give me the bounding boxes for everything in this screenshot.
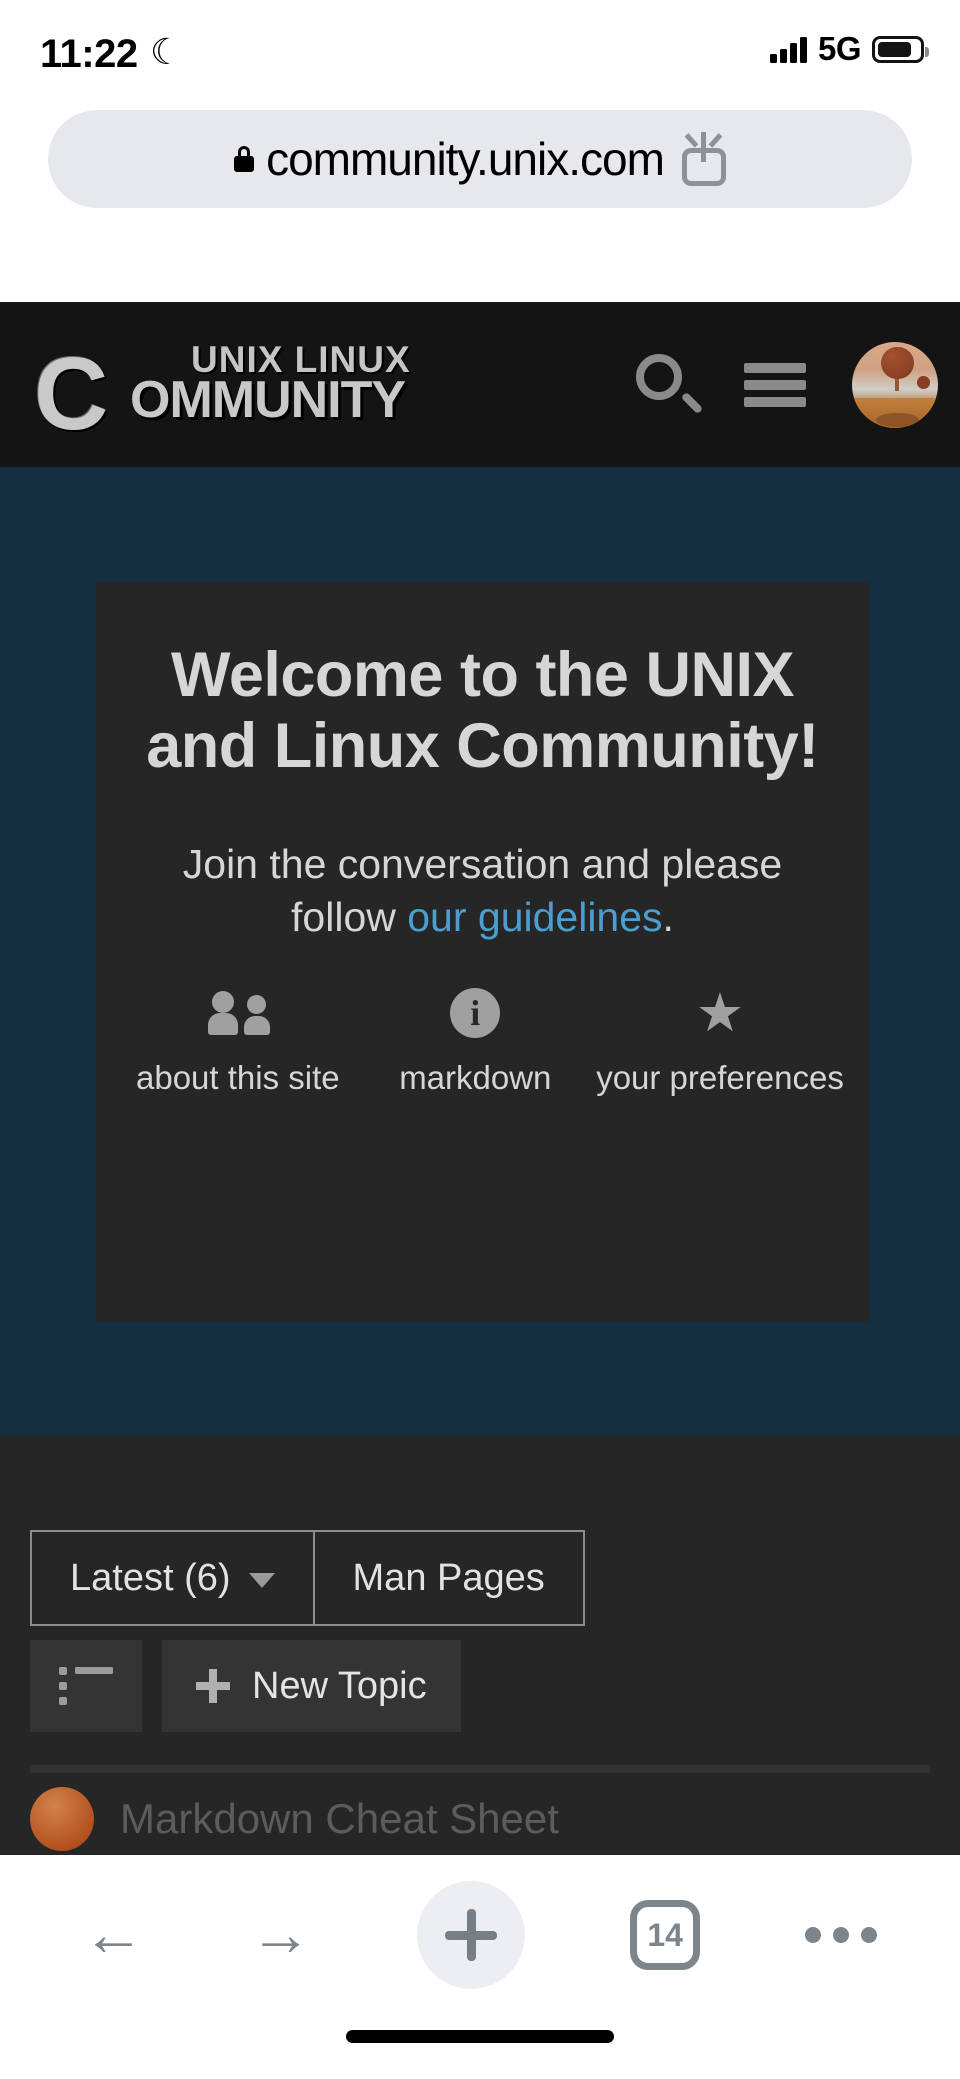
star-icon: ★	[695, 983, 745, 1044]
quick-link-your-preferences[interactable]: ★ your preferences	[596, 983, 844, 1097]
quick-links: about this site i markdown ★ your prefer…	[136, 983, 844, 1097]
guidelines-link[interactable]: our guidelines	[407, 894, 662, 940]
quick-link-label: markdown	[399, 1059, 552, 1097]
battery-icon	[872, 35, 929, 63]
quick-link-markdown[interactable]: i markdown	[386, 985, 565, 1097]
quick-link-label: about this site	[136, 1059, 340, 1097]
hamburger-menu-icon[interactable]	[744, 362, 806, 407]
share-icon[interactable]	[681, 132, 726, 186]
crescent-moon-icon: ☾	[150, 31, 183, 72]
tab-latest[interactable]: Latest (6)	[32, 1532, 313, 1624]
logo-letter-c: C	[34, 336, 109, 451]
status-bar: 11:22 ☾ 5G	[0, 0, 960, 110]
topic-title[interactable]: Markdown Cheat Sheet	[120, 1795, 559, 1843]
tab-man-pages[interactable]: Man Pages	[312, 1532, 583, 1624]
ellipsis-icon	[805, 1927, 878, 1943]
more-options-button[interactable]	[805, 1927, 878, 1943]
welcome-banner: Welcome to the UNIX and Linux Community!…	[96, 582, 869, 1322]
topic-actions: New Topic	[30, 1640, 461, 1732]
new-topic-label: New Topic	[252, 1664, 427, 1707]
site-header: C UNIX LINUX OMMUNITY	[0, 302, 960, 467]
avatar[interactable]	[852, 341, 938, 428]
home-indicator	[346, 2030, 614, 2043]
status-time: 11:22	[40, 32, 138, 76]
list-divider	[30, 1765, 930, 1773]
status-indicators: 5G	[769, 30, 929, 68]
welcome-subtitle: Join the conversation and please follow …	[136, 838, 829, 943]
tab-man-pages-label: Man Pages	[352, 1556, 545, 1599]
site-logo[interactable]: C UNIX LINUX OMMUNITY	[34, 338, 494, 445]
subtitle-text-after: .	[662, 893, 674, 940]
list-icon	[59, 1667, 113, 1705]
forward-button[interactable]: →	[250, 1904, 312, 1966]
header-actions	[636, 302, 938, 467]
plus-icon	[444, 1909, 497, 1961]
new-tab-button[interactable]	[416, 1881, 525, 1989]
new-topic-button[interactable]: New Topic	[162, 1640, 461, 1732]
info-circle-icon: i	[450, 985, 501, 1041]
url-text[interactable]: community.unix.com	[266, 132, 665, 186]
users-icon	[206, 985, 270, 1041]
topic-author-avatar	[30, 1787, 94, 1851]
address-bar[interactable]: community.unix.com	[48, 110, 912, 208]
arrow-left-icon: ←	[82, 1900, 145, 1969]
topic-list-section: Latest (6) Man Pages New Topic Markdown …	[0, 1435, 960, 1855]
tab-latest-label: Latest (6)	[70, 1556, 231, 1599]
tab-count-label: 14	[630, 1900, 701, 1970]
arrow-right-icon: →	[249, 1900, 312, 1969]
browser-address-area: community.unix.com	[0, 110, 960, 302]
browser-bottom-bar: ← → 14	[0, 1855, 960, 2079]
network-type-label: 5G	[817, 30, 862, 67]
list-view-button[interactable]	[30, 1640, 142, 1732]
logo-line-2: OMMUNITY	[130, 371, 406, 429]
quick-link-label: your preferences	[596, 1059, 844, 1097]
tabs-button[interactable]: 14	[630, 1900, 701, 1970]
search-icon[interactable]	[636, 353, 704, 416]
list-item[interactable]: Markdown Cheat Sheet	[30, 1787, 559, 1851]
hero-section: Welcome to the UNIX and Linux Community!…	[0, 467, 960, 1435]
signal-bars-icon	[769, 35, 807, 63]
chevron-down-icon	[248, 1572, 275, 1588]
page-title: Welcome to the UNIX and Linux Community!	[146, 640, 819, 782]
quick-link-about-this-site[interactable]: about this site	[136, 985, 340, 1097]
topic-filter-tabs: Latest (6) Man Pages	[30, 1530, 585, 1626]
phone-screen: 11:22 ☾ 5G community.unix.com C UNIX LIN…	[0, 0, 960, 2079]
back-button[interactable]: ←	[83, 1904, 145, 1966]
plus-icon	[196, 1669, 230, 1703]
lock-icon	[234, 146, 255, 172]
